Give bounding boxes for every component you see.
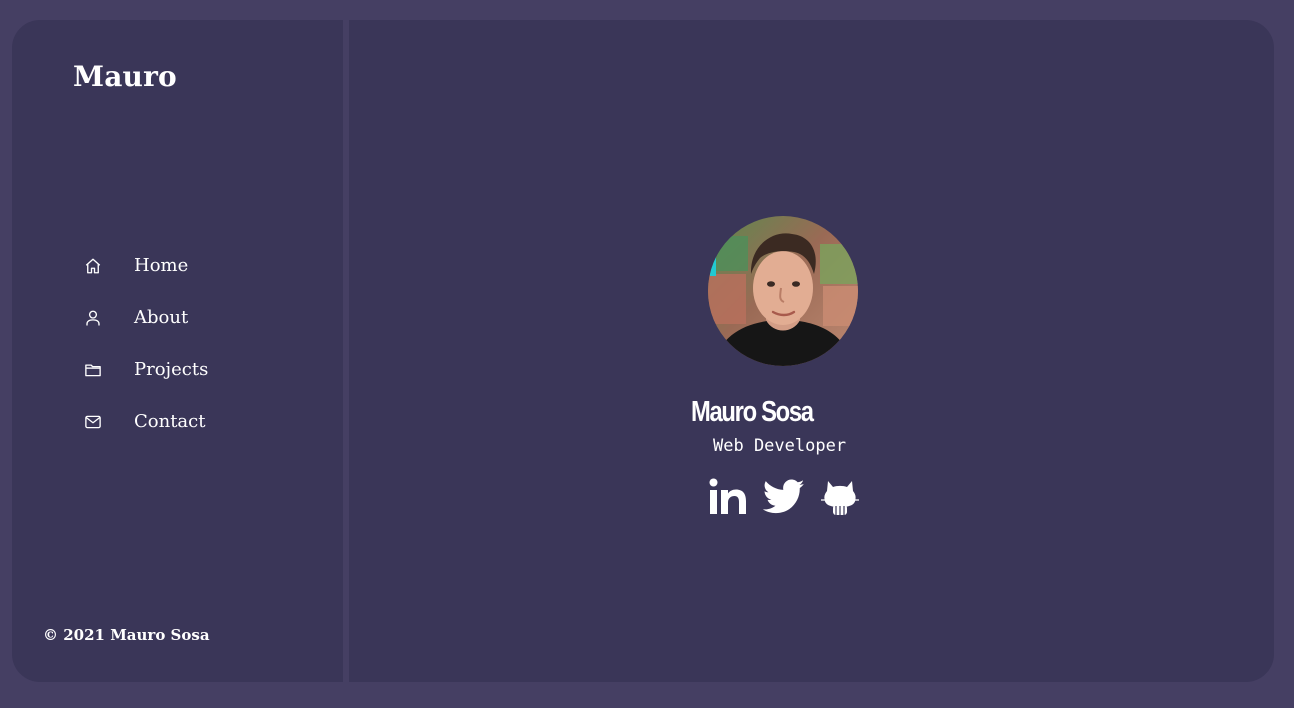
sidebar-item-home[interactable]: Home (82, 252, 208, 280)
github-icon (821, 481, 859, 515)
twitter-icon (763, 479, 805, 514)
linkedin-icon (709, 478, 746, 514)
folder-icon (82, 359, 104, 381)
sidebar: Mauro Home About Projects Contact © 2021… (12, 20, 343, 682)
copyright-text: © 2021 Mauro Sosa (43, 626, 210, 644)
sidebar-item-contact[interactable]: Contact (82, 408, 208, 436)
user-icon (82, 307, 104, 329)
mail-icon (82, 411, 104, 433)
sidebar-item-projects[interactable]: Projects (82, 356, 208, 384)
profile-photo (708, 216, 858, 366)
main-panel: Mauro Sosa Web Developer (349, 20, 1274, 682)
sidebar-item-about[interactable]: About (82, 304, 208, 332)
sidebar-item-label: Projects (134, 359, 209, 380)
profile-name: Mauro Sosa (691, 396, 814, 428)
app-frame: Mauro Home About Projects Contact © 2021… (12, 20, 1274, 682)
social-links (707, 476, 861, 518)
profile-role: Web Developer (713, 436, 847, 456)
linkedin-link[interactable] (707, 476, 749, 518)
sidebar-item-label: Home (134, 255, 189, 276)
sidebar-nav: Home About Projects Contact (82, 252, 208, 460)
github-link[interactable] (819, 476, 861, 518)
twitter-link[interactable] (763, 476, 805, 518)
sidebar-item-label: About (134, 307, 189, 328)
home-icon (82, 255, 104, 277)
brand-name: Mauro (73, 60, 177, 93)
sidebar-item-label: Contact (134, 411, 206, 432)
